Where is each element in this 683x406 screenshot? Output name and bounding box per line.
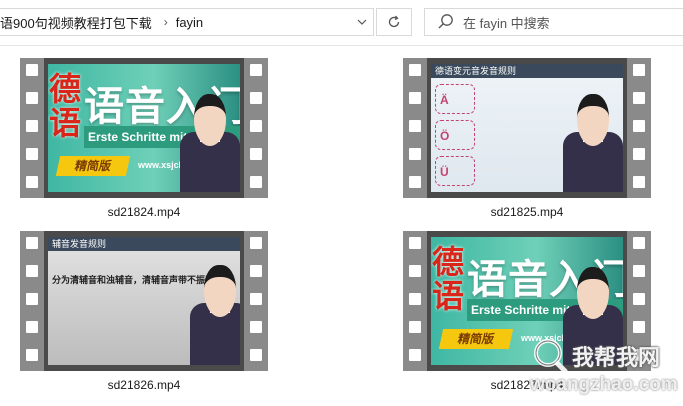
- file-name[interactable]: sd21826.mp4: [20, 378, 268, 392]
- site-watermark: 我帮我网 woangzhao.com: [530, 334, 683, 406]
- magnifier-icon: [534, 339, 568, 374]
- filmstrip-right: [244, 231, 268, 371]
- file-item[interactable]: 辅音发音规则 分为清辅音和浊辅音，清辅音声带不振动。 sd21826.mp4: [0, 218, 268, 392]
- presenter-image: [563, 94, 623, 192]
- filmstrip-left: [403, 58, 427, 198]
- file-name[interactable]: sd21825.mp4: [403, 205, 651, 219]
- filmstrip-left: [20, 231, 44, 371]
- refresh-button[interactable]: [376, 8, 412, 36]
- file-name[interactable]: sd21824.mp4: [20, 205, 268, 219]
- toolbar: 语900句视频教程打包下载 › fayin 在 fayin 中搜索: [0, 0, 683, 46]
- thumb-side-word: 德语: [48, 70, 81, 142]
- refresh-icon: [388, 15, 400, 28]
- video-thumbnail[interactable]: 德语 语音入门 Erste Schritte mit St 精简版 www.xs…: [20, 58, 268, 198]
- video-thumbnail[interactable]: 辅音发音规则 分为清辅音和浊辅音，清辅音声带不振动。: [20, 231, 268, 371]
- search-box[interactable]: 在 fayin 中搜索: [424, 8, 683, 36]
- breadcrumb-current[interactable]: fayin: [174, 15, 209, 30]
- thumb-heading: 德语变元音发音规则: [431, 64, 623, 78]
- thumb-side-word: 德语: [431, 243, 464, 315]
- watermark-url: woangzhao.com: [530, 374, 678, 395]
- file-item[interactable]: 德语 语音入门 Erste Schritte mit St 精简版 www.xs…: [0, 45, 268, 219]
- watermark-text: 我帮我网: [572, 346, 661, 371]
- file-item[interactable]: 德语变元音发音规则 Ä Ö Ü sd21825.mp4: [383, 45, 651, 219]
- address-dropdown-button[interactable]: [350, 8, 374, 36]
- filmstrip-right: [627, 58, 651, 198]
- breadcrumb-parent[interactable]: 语900句视频教程打包下载: [0, 13, 158, 32]
- presenter-image: [190, 265, 240, 365]
- video-frame: 德语变元音发音规则 Ä Ö Ü: [431, 64, 623, 192]
- thumb-badge: 精简版: [55, 156, 131, 176]
- vowel-box: Ö: [435, 120, 475, 150]
- presenter-image: [180, 94, 240, 192]
- filmstrip-left: [20, 58, 44, 198]
- vowel-box: Ü: [435, 156, 475, 186]
- video-frame: 德语 语音入门 Erste Schritte mit St 精简版 www.xs…: [48, 64, 240, 192]
- thumb-badge: 精简版: [438, 329, 514, 349]
- video-frame: 辅音发音规则 分为清辅音和浊辅音，清辅音声带不振动。: [48, 237, 240, 365]
- vowel-box: Ä: [435, 84, 475, 114]
- address-bar[interactable]: 语900句视频教程打包下载 › fayin: [0, 8, 374, 36]
- search-placeholder: 在 fayin 中搜索: [463, 15, 550, 31]
- chevron-right-icon[interactable]: ›: [158, 15, 174, 29]
- filmstrip-right: [244, 58, 268, 198]
- filmstrip-left: [403, 231, 427, 371]
- video-thumbnail[interactable]: 德语变元音发音规则 Ä Ö Ü: [403, 58, 651, 198]
- search-icon: [438, 14, 453, 29]
- thumb-heading: 辅音发音规则: [48, 237, 240, 251]
- chevron-down-icon: [357, 19, 367, 25]
